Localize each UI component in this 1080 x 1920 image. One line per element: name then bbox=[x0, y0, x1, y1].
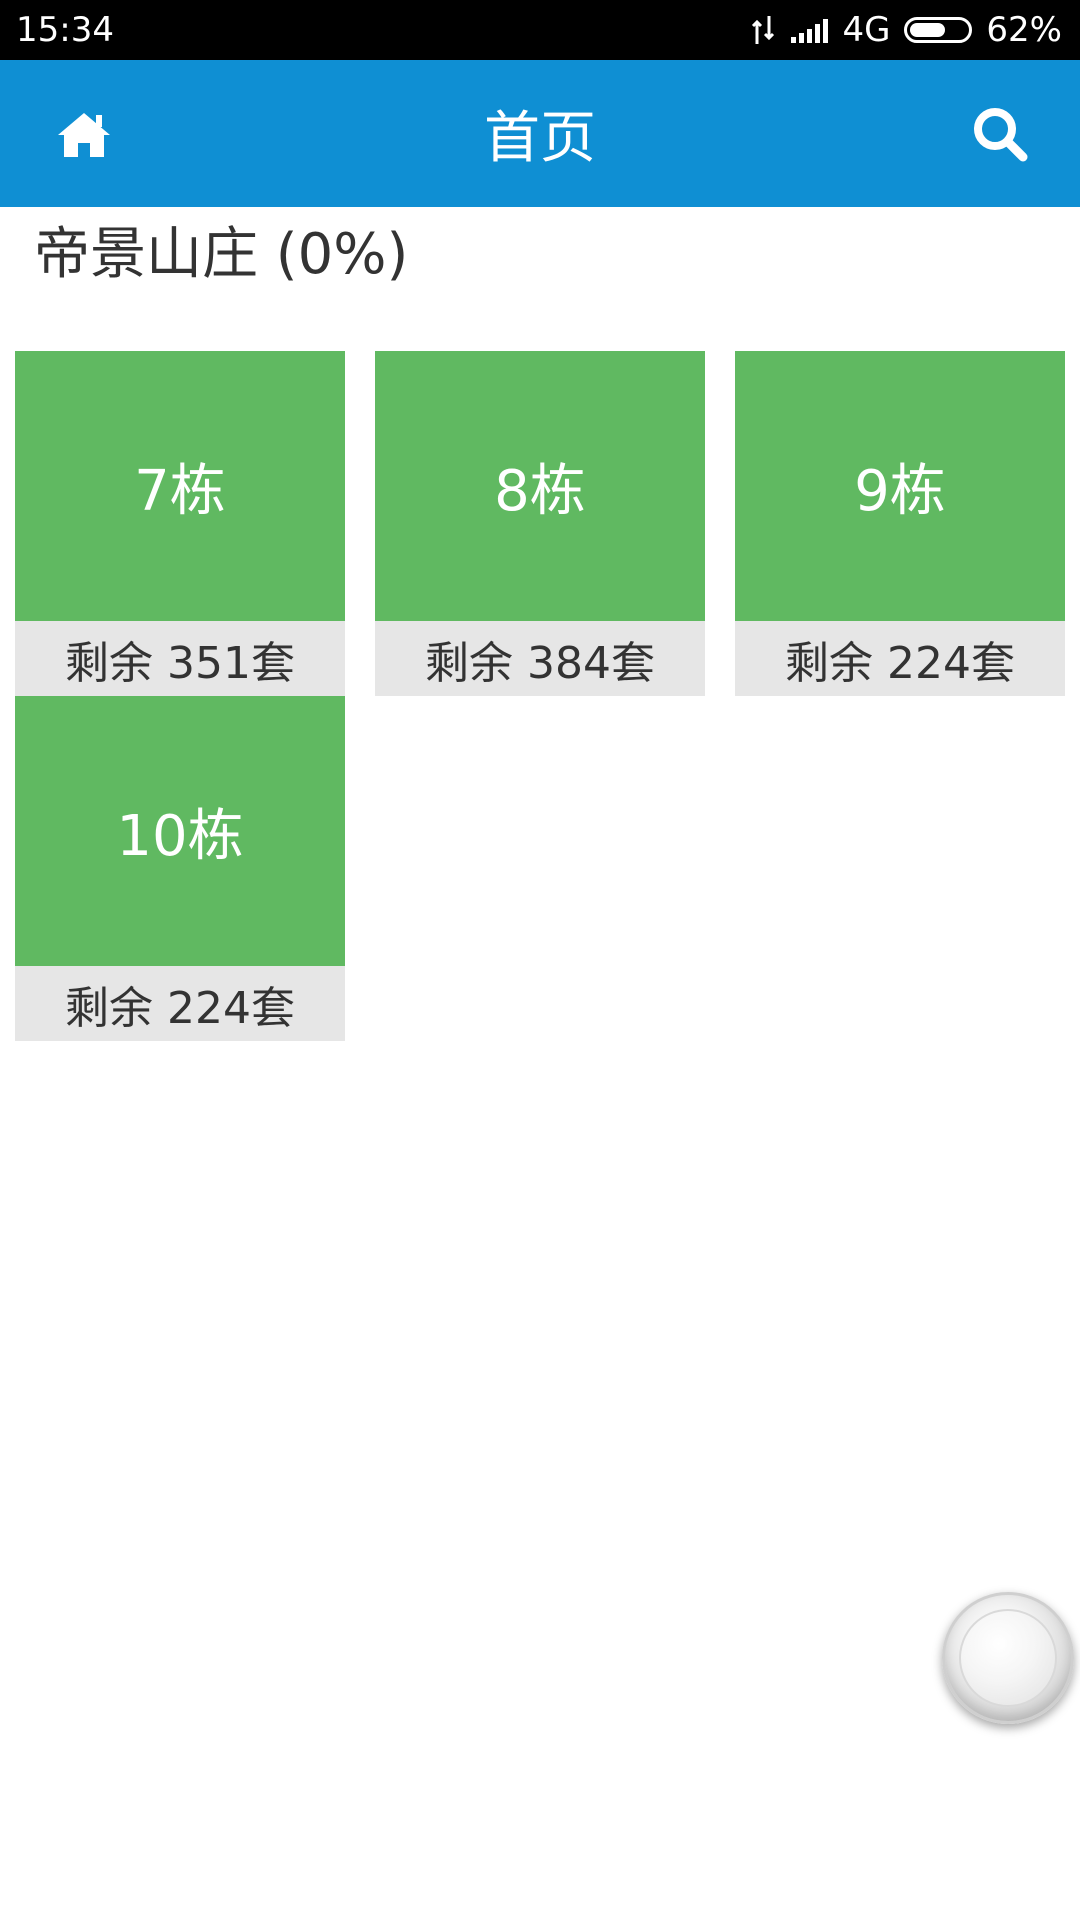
building-remaining: 剩余 351套 bbox=[15, 621, 345, 696]
building-remaining: 剩余 224套 bbox=[15, 966, 345, 1041]
building-remaining: 剩余 384套 bbox=[375, 621, 705, 696]
building-tile[interactable]: 10栋 剩余 224套 bbox=[15, 696, 345, 1041]
network-type: 4G bbox=[842, 10, 891, 50]
building-tile[interactable]: 8栋 剩余 384套 bbox=[375, 351, 705, 696]
building-remaining: 剩余 224套 bbox=[735, 621, 1065, 696]
status-bar: 15:34 4G 62% bbox=[0, 0, 1080, 60]
battery-fill bbox=[910, 23, 946, 37]
battery-icon bbox=[904, 17, 973, 43]
page-title: 首页 bbox=[484, 106, 596, 171]
search-button[interactable] bbox=[970, 104, 1030, 164]
battery-percent: 62% bbox=[986, 10, 1062, 50]
project-title: 帝景山庄 (0%) bbox=[34, 222, 409, 287]
building-name: 8栋 bbox=[375, 351, 705, 621]
building-tile[interactable]: 7栋 剩余 351套 bbox=[15, 351, 345, 696]
data-arrows-icon bbox=[749, 14, 777, 46]
signal-icon bbox=[791, 17, 829, 43]
search-icon bbox=[974, 108, 1028, 162]
assistive-touch-icon bbox=[959, 1609, 1057, 1707]
building-name: 7栋 bbox=[15, 351, 345, 621]
status-time: 15:34 bbox=[16, 10, 114, 50]
app-bar: 首页 bbox=[0, 60, 1080, 207]
assistive-touch-button[interactable] bbox=[942, 1592, 1074, 1724]
status-icons: 4G 62% bbox=[749, 8, 1062, 52]
building-name: 10栋 bbox=[15, 696, 345, 966]
building-tile[interactable]: 9栋 剩余 224套 bbox=[735, 351, 1065, 696]
building-name: 9栋 bbox=[735, 351, 1065, 621]
